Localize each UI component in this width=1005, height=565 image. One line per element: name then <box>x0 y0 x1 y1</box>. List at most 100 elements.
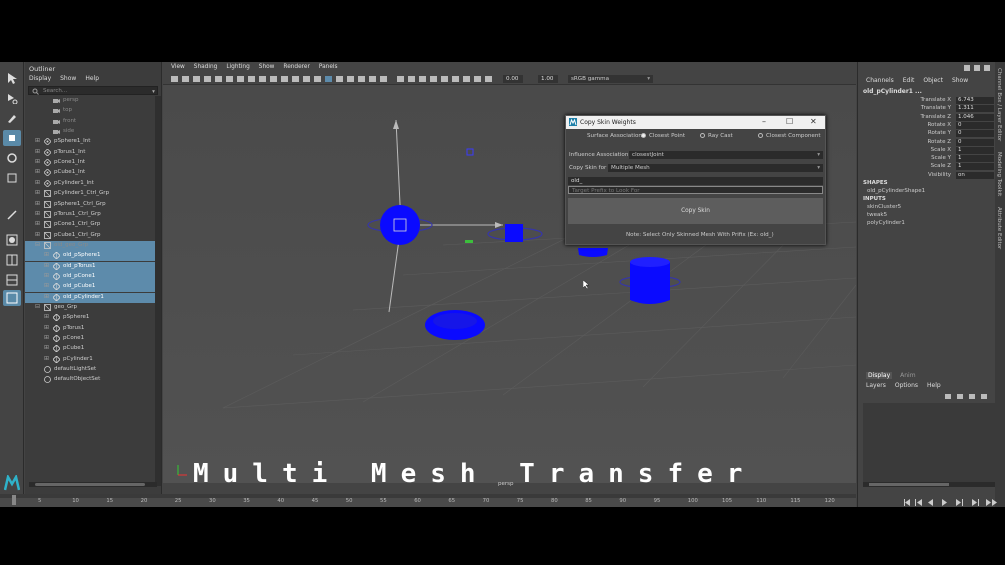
cb-menu-edit[interactable]: Edit <box>903 77 915 84</box>
input-node[interactable]: polyCylinder1 <box>867 220 905 226</box>
outliner-row[interactable]: ⊞ old_pCylinder1 <box>25 292 155 303</box>
outliner-row[interactable]: ⊞ pSphere1 <box>25 313 155 323</box>
channel-attribute-row[interactable]: Translate Y 1.311 <box>858 105 996 113</box>
playback-controls[interactable] <box>902 498 1002 507</box>
expand-icon[interactable]: ⊞ <box>44 324 50 331</box>
outliner-menu-show[interactable]: Show <box>60 75 76 82</box>
outliner-row[interactable]: ⊞ pSphere1_Int <box>25 137 155 147</box>
outliner-row[interactable]: front <box>25 117 155 127</box>
layer-list[interactable] <box>863 403 996 485</box>
channel-attribute-row[interactable]: Visibility on <box>858 171 996 180</box>
outliner-row[interactable]: defaultObjectSet <box>25 375 155 385</box>
outliner-row[interactable]: ⊟ old_geo_Grp <box>25 240 155 251</box>
viewport-menu-shading[interactable]: Shading <box>194 64 218 72</box>
move-tool-icon[interactable] <box>3 130 21 146</box>
source-prefix-input[interactable]: old_ <box>568 177 823 185</box>
channel-attribute-value[interactable]: 1 <box>956 155 994 163</box>
influence-association-dropdown[interactable]: closestJoint ▾ <box>629 151 823 159</box>
target-prefix-input[interactable]: Target Prefix to Look For <box>568 186 823 194</box>
outliner-menu-help[interactable]: Help <box>85 75 99 82</box>
outliner-row[interactable]: ⊞ pCube1 <box>25 344 155 354</box>
outliner-row[interactable]: ⊞ pTorus1_Int <box>25 148 155 158</box>
channel-attribute-value[interactable]: 1 <box>956 163 994 171</box>
expand-icon[interactable]: ⊞ <box>44 355 50 362</box>
expand-icon[interactable]: ⊞ <box>35 190 41 196</box>
expand-icon[interactable]: ⊞ <box>35 148 41 155</box>
expand-icon[interactable]: ⊞ <box>35 200 41 207</box>
expand-icon[interactable]: ⊞ <box>44 345 50 351</box>
outliner-row[interactable]: ⊟ geo_Grp <box>25 303 155 313</box>
timeline[interactable]: 5 10 15 20 25 30 35 40 45 50 55 60 65 70 75 80 85 90 95 100… <box>0 494 856 507</box>
cb-menu-channels[interactable]: Channels <box>866 77 894 84</box>
copy-skin-for-dropdown[interactable]: Multiple Mesh ▾ <box>608 164 823 172</box>
shape-node[interactable]: old_pCylinderShape1 <box>867 188 925 194</box>
viewport-menu-panels[interactable]: Panels <box>319 64 338 72</box>
radio-ray-cast[interactable]: Ray Cast <box>700 133 733 139</box>
outliner-menu-display[interactable]: Display <box>29 75 51 82</box>
tab-display[interactable]: Display <box>866 372 893 379</box>
channel-attribute-value[interactable]: 6.743 <box>956 97 994 104</box>
channel-attribute-value[interactable]: 1.046 <box>956 113 994 121</box>
expand-icon[interactable]: ⊞ <box>44 252 50 258</box>
expand-icon[interactable]: ⊞ <box>44 262 50 269</box>
viewport-toolbar-icons[interactable] <box>167 73 497 85</box>
outliner-row[interactable]: ⊞ pCylinder1_Ctrl_Grp <box>25 189 155 199</box>
viewport-menu-view[interactable]: View <box>171 64 185 72</box>
channel-attribute-value[interactable]: 1.311 <box>956 105 994 113</box>
expand-icon[interactable]: ⊞ <box>35 231 41 238</box>
dialog-titlebar[interactable]: Copy Skin Weights – ☐ ✕ <box>566 116 825 129</box>
outliner-row[interactable]: ⊞ pCone1_Int <box>25 158 155 168</box>
search-dropdown-icon[interactable]: ▾ <box>150 88 157 95</box>
side-tab-channel-box[interactable]: Channel Box / Layer Editor <box>996 68 1002 141</box>
channel-attribute-row[interactable]: Scale Z 1 <box>858 163 996 171</box>
scale-tool-icon[interactable] <box>3 170 21 186</box>
outliner-layout-icon[interactable] <box>3 290 21 306</box>
outliner-vertical-scrollbar[interactable] <box>155 96 161 486</box>
channel-attribute-row[interactable]: Rotate X 0 <box>858 121 996 130</box>
channel-attribute-value[interactable]: 0 <box>956 130 994 138</box>
channel-attribute-row[interactable]: Scale X 1 <box>858 146 996 155</box>
layer-menu-options[interactable]: Options <box>895 382 918 389</box>
copy-skin-button[interactable]: Copy Skin <box>568 198 823 224</box>
channel-box-top-icons[interactable] <box>858 62 1005 74</box>
paint-tool-icon[interactable] <box>3 110 21 126</box>
lasso-tool-icon[interactable] <box>3 90 21 106</box>
maximize-icon[interactable]: ☐ <box>786 117 793 126</box>
expand-icon[interactable]: ⊞ <box>35 169 41 175</box>
single-pane-icon[interactable] <box>3 232 21 248</box>
minimize-icon[interactable]: – <box>762 117 766 126</box>
cb-menu-show[interactable]: Show <box>952 77 968 84</box>
layer-tool-icons[interactable] <box>943 393 993 401</box>
side-tab-modeling-toolkit[interactable]: Modeling Toolkit <box>996 152 1002 196</box>
channel-attribute-row[interactable]: Translate Z 1.046 <box>858 113 996 122</box>
outliner-row[interactable]: side <box>25 127 155 137</box>
outliner-row[interactable]: ⊞ old_pSphere1 <box>25 251 155 262</box>
outliner-row[interactable]: ⊞ old_pCone1 <box>25 271 155 282</box>
measure-tool-icon[interactable] <box>3 207 21 223</box>
outliner-row[interactable]: top <box>25 106 155 116</box>
outliner-row[interactable]: ⊞ pSphere1_Ctrl_Grp <box>25 200 155 210</box>
channel-attribute-value[interactable]: on <box>956 171 994 179</box>
rotate-tool-icon[interactable] <box>3 150 21 166</box>
outliner-row[interactable]: persp <box>25 96 155 106</box>
expand-icon[interactable]: ⊞ <box>35 179 41 186</box>
input-node[interactable]: tweak5 <box>867 212 887 218</box>
outliner-row[interactable]: ⊞ old_pCube1 <box>25 282 155 293</box>
expand-icon[interactable]: ⊞ <box>35 159 41 165</box>
radio-closest-component[interactable]: Closest Component <box>758 133 821 139</box>
close-icon[interactable]: ✕ <box>810 117 817 126</box>
viewport-menu-show[interactable]: Show <box>259 64 275 72</box>
input-node[interactable]: skinCluster5 <box>867 204 901 210</box>
outliner-row[interactable]: ⊞ pCone1 <box>25 334 155 344</box>
split-pane-icon[interactable] <box>3 272 21 288</box>
channel-attribute-value[interactable]: 1 <box>956 146 994 154</box>
channel-attribute-row[interactable]: Rotate Z 0 <box>858 138 996 147</box>
channel-attribute-row[interactable]: Translate X 6.743 <box>858 97 996 105</box>
exposure-field[interactable]: 0.00 <box>503 75 523 83</box>
outliner-row[interactable]: defaultLightSet <box>25 365 155 375</box>
channel-attribute-row[interactable]: Scale Y 1 <box>858 155 996 163</box>
four-pane-icon[interactable] <box>3 252 21 268</box>
current-time-marker[interactable] <box>12 495 16 505</box>
collapse-icon[interactable]: ⊟ <box>35 304 41 310</box>
outliner-row[interactable]: ⊞ pCube1_Ctrl_Grp <box>25 231 155 241</box>
